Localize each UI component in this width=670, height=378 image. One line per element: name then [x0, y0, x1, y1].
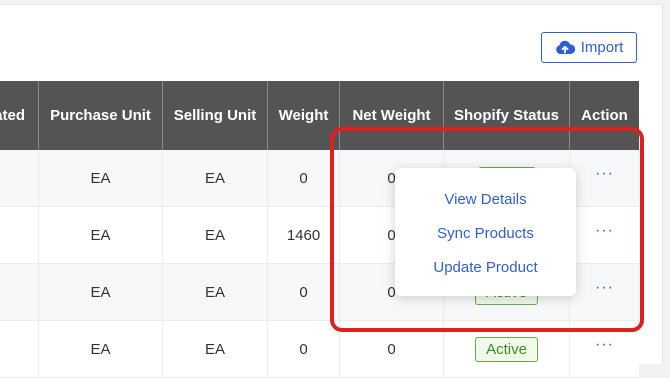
- more-actions-icon[interactable]: ···: [595, 222, 614, 240]
- column-header-action: Action: [581, 107, 628, 124]
- action-dropdown-menu: View Details Sync Products Update Produc…: [395, 168, 576, 296]
- cell-purchase-unit: EA: [39, 321, 163, 377]
- table-row: EA EA 0 0 Active ···: [0, 321, 639, 378]
- more-actions-icon[interactable]: ···: [595, 165, 614, 183]
- cell-purchase-unit: EA: [39, 264, 163, 320]
- column-header-weight[interactable]: Weight: [268, 81, 340, 150]
- menu-item-update-product[interactable]: Update Product: [395, 259, 576, 276]
- column-header-shopify-status[interactable]: Shopify Status: [444, 81, 570, 150]
- cell-action: ···: [570, 150, 639, 206]
- column-header-created[interactable]: ated: [0, 81, 39, 150]
- column-header-net-weight[interactable]: Net Weight: [340, 81, 444, 150]
- cell-selling-unit: EA: [163, 150, 268, 206]
- cell-weight: 0: [268, 150, 340, 206]
- import-button[interactable]: Import: [541, 32, 637, 63]
- menu-item-view-details[interactable]: View Details: [395, 191, 576, 208]
- more-actions-icon[interactable]: ···: [595, 336, 614, 354]
- cell-selling-unit: EA: [163, 207, 268, 263]
- cell-net-weight: 0: [340, 321, 444, 377]
- cloud-upload-icon: [555, 40, 575, 54]
- cell-weight: 1460: [268, 207, 340, 263]
- cell-weight: 0: [268, 264, 340, 320]
- status-badge: Active: [475, 336, 538, 362]
- cell-action: ···: [570, 207, 639, 263]
- cell-purchase-unit: EA: [39, 150, 163, 206]
- cell-action: ···: [570, 321, 639, 377]
- column-header-purchase-unit[interactable]: Purchase Unit: [39, 81, 163, 150]
- cell-purchase-unit: EA: [39, 207, 163, 263]
- menu-item-sync-products[interactable]: Sync Products: [395, 225, 576, 242]
- cell-shopify-status: Active: [444, 321, 570, 377]
- table-header: ated Purchase Unit Selling Unit Weight N…: [0, 81, 639, 150]
- cell-selling-unit: EA: [163, 321, 268, 377]
- cell-weight: 0: [268, 321, 340, 377]
- cell-action: ···: [570, 264, 639, 320]
- more-actions-icon[interactable]: ···: [595, 279, 614, 297]
- cell-selling-unit: EA: [163, 264, 268, 320]
- import-button-label: Import: [580, 39, 624, 56]
- column-header-selling-unit[interactable]: Selling Unit: [163, 81, 268, 150]
